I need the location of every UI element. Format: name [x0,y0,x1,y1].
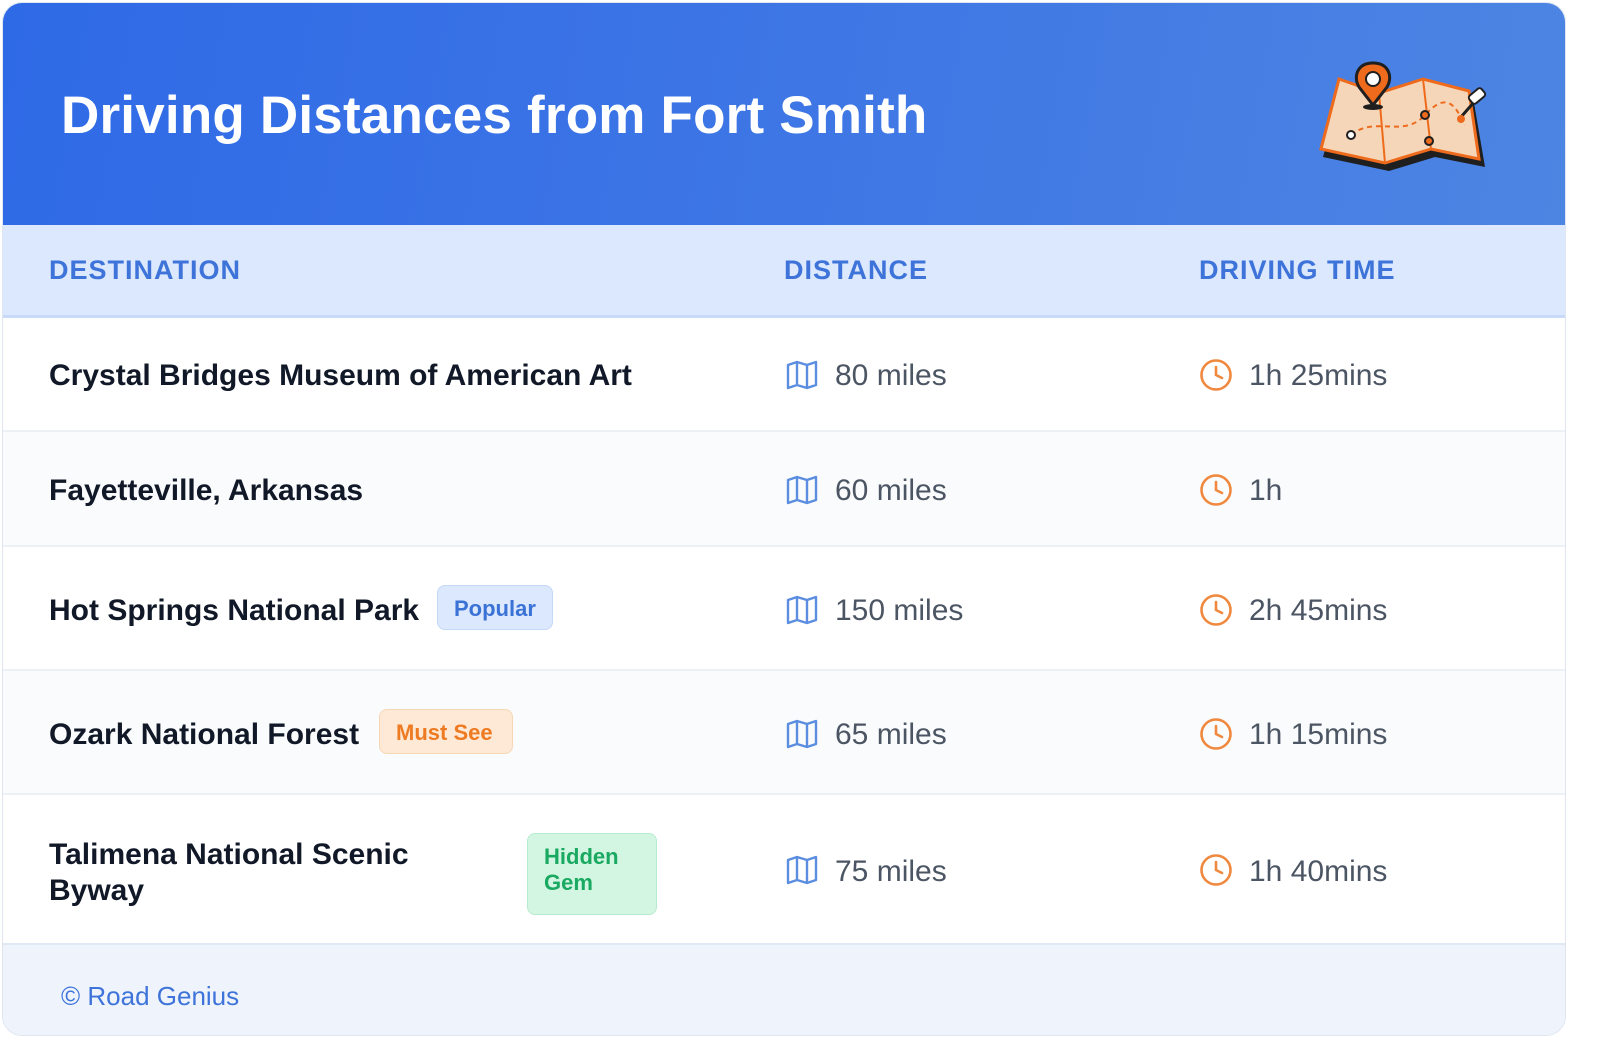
table-row: Talimena National Scenic Byway Hidden Ge… [3,795,1565,941]
column-header-destination[interactable]: DESTINATION [49,255,241,286]
column-header-driving-time[interactable]: DRIVING TIME [1199,255,1396,286]
destination-name: Crystal Bridges Museum of American Art [49,359,632,392]
clock-icon [1200,594,1232,626]
distance-value: 65 miles [835,718,947,751]
table-row: Hot Springs National Park Popular 150 mi… [3,547,1565,671]
clock-icon [1200,474,1232,506]
card-footer: © Road Genius [3,943,1565,1035]
destination-name: Hot Springs National Park [49,594,420,627]
map-icon [786,855,818,885]
destination-name: Fayetteville, Arkansas [49,474,364,507]
popular-badge: Popular [437,585,553,630]
hidden-gem-badge: Hidden Gem [527,833,657,915]
driving-time-value: 2h 45mins [1249,594,1388,627]
map-icon [786,719,818,749]
driving-time-value: 1h 40mins [1249,855,1388,888]
footer-credit: © Road Genius [61,981,240,1011]
map-icon [786,475,818,505]
map-with-pin-icon [1319,61,1487,171]
driving-time-value: 1h 25mins [1249,359,1388,392]
clock-icon [1200,718,1232,750]
clock-icon [1200,359,1232,391]
table-row: Fayetteville, Arkansas 60 miles 1h [3,432,1565,547]
destination-name: Talimena National Scenic Byway [49,838,409,907]
table-header: DESTINATION DISTANCE DRIVING TIME [3,225,1565,318]
destination-name: Ozark National Forest [49,718,360,751]
must-see-badge: Must See [379,709,513,754]
distance-value: 150 miles [835,594,964,627]
map-icon [786,360,818,390]
driving-time-value: 1h 15mins [1249,718,1388,751]
distance-value: 60 miles [835,474,947,507]
column-header-distance[interactable]: DISTANCE [784,255,928,286]
table-row: Crystal Bridges Museum of American Art 8… [3,318,1565,432]
card-header: Driving Distances from Fort Smith [3,3,1565,225]
driving-time-value: 1h [1249,474,1283,507]
distance-value: 80 miles [835,359,947,392]
distances-card: Driving Distances from Fort Smith DESTIN… [2,2,1566,1036]
page-title: Driving Distances from Fort Smith [61,86,928,145]
distance-value: 75 miles [835,855,947,888]
map-icon [786,595,818,625]
clock-icon [1200,854,1232,886]
table-row: Ozark National Forest Must See 65 miles … [3,671,1565,795]
